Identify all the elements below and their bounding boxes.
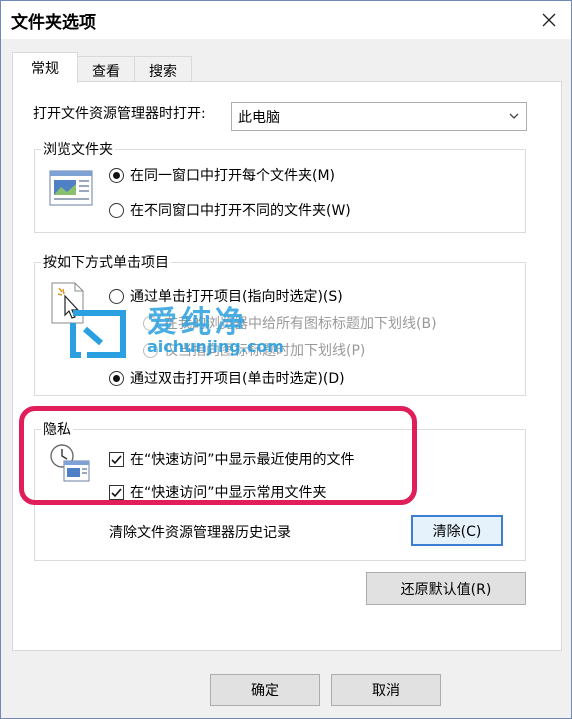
browse-same-window-label: 在同一窗口中打开每个文件夹(M) bbox=[130, 168, 336, 184]
check-icon bbox=[111, 454, 122, 464]
click-underline-all-label: 在我的浏览器中给所有图标标题加下划线(B) bbox=[164, 316, 437, 332]
browse-folders-title: 浏览文件夹 bbox=[41, 139, 115, 159]
radio-underline-point[interactable] bbox=[143, 342, 158, 358]
folder-window-icon bbox=[49, 170, 93, 206]
close-icon bbox=[542, 13, 556, 27]
click-underline-all-option[interactable]: 在我的浏览器中给所有图标标题加下划线(B) bbox=[143, 313, 437, 333]
clear-history-label: 清除文件资源管理器历史记录 bbox=[109, 525, 291, 541]
privacy-frequent-folders-label: 在“快速访问”中显示常用文件夹 bbox=[130, 485, 327, 501]
privacy-recent-files-option[interactable]: 在“快速访问”中显示最近使用的文件 bbox=[109, 449, 355, 469]
general-panel: 打开文件资源管理器时打开: 此电脑 浏览文件夹 在同一窗口中打开每个文件夹(M)… bbox=[12, 81, 562, 651]
window-title: 文件夹选项 bbox=[11, 13, 96, 33]
tab-search[interactable]: 搜索 bbox=[134, 56, 192, 82]
title-bar: 文件夹选项 bbox=[1, 1, 571, 39]
tab-general[interactable]: 常规 bbox=[12, 52, 78, 83]
tab-view[interactable]: 查看 bbox=[77, 56, 135, 82]
browse-new-window-option[interactable]: 在不同窗口中打开不同的文件夹(W) bbox=[109, 200, 351, 220]
privacy-title: 隐私 bbox=[41, 419, 73, 439]
click-single-option[interactable]: 通过单击打开项目(指向时选定)(S) bbox=[109, 286, 343, 306]
open-explorer-value: 此电脑 bbox=[238, 110, 280, 126]
open-explorer-label: 打开文件资源管理器时打开: bbox=[33, 106, 206, 122]
checkbox-recent-files[interactable] bbox=[109, 451, 124, 467]
folder-options-window: 文件夹选项 常规 查看 搜索 打开文件资源管理器时打开: 此电脑 浏览文件夹 在… bbox=[0, 0, 572, 719]
click-single-label: 通过单击打开项目(指向时选定)(S) bbox=[130, 289, 343, 305]
close-button[interactable] bbox=[535, 7, 563, 33]
chevron-down-icon bbox=[509, 113, 519, 119]
privacy-clock-icon bbox=[50, 444, 90, 482]
privacy-frequent-folders-option[interactable]: 在“快速访问”中显示常用文件夹 bbox=[109, 482, 327, 502]
checkbox-frequent-folders[interactable] bbox=[109, 484, 124, 500]
open-explorer-select[interactable]: 此电脑 bbox=[231, 102, 527, 131]
radio-underline-all[interactable] bbox=[143, 315, 158, 331]
click-cursor-icon bbox=[51, 282, 84, 324]
click-items-group: 按如下方式单击项目 通过单击打开项目(指向时选定)(S) 在我的浏览器中给所有图… bbox=[34, 252, 526, 396]
click-underline-point-option[interactable]: 仅当指向图标标题时加下划线(P) bbox=[143, 340, 365, 360]
check-icon bbox=[111, 487, 122, 497]
click-items-title: 按如下方式单击项目 bbox=[41, 252, 171, 272]
click-underline-point-label: 仅当指向图标标题时加下划线(P) bbox=[164, 343, 366, 359]
click-double-label: 通过双击打开项目(单击时选定)(D) bbox=[130, 371, 345, 387]
privacy-group: 隐私 在“快速访问”中显示最近使用的文件 在“快速访问”中显示常用文件夹 清除文… bbox=[34, 419, 526, 561]
click-double-option[interactable]: 通过双击打开项目(单击时选定)(D) bbox=[109, 368, 345, 388]
radio-new-window[interactable] bbox=[109, 202, 124, 218]
privacy-recent-files-label: 在“快速访问”中显示最近使用的文件 bbox=[130, 452, 355, 468]
browse-new-window-label: 在不同窗口中打开不同的文件夹(W) bbox=[130, 203, 351, 219]
browse-same-window-option[interactable]: 在同一窗口中打开每个文件夹(M) bbox=[109, 165, 335, 185]
ok-button[interactable]: 确定 bbox=[210, 674, 320, 706]
radio-double-click[interactable] bbox=[109, 370, 124, 386]
radio-single-click[interactable] bbox=[109, 288, 124, 304]
radio-same-window[interactable] bbox=[109, 167, 124, 183]
clear-history-button[interactable]: 清除(C) bbox=[411, 515, 503, 546]
cancel-button[interactable]: 取消 bbox=[331, 674, 441, 706]
browse-folders-group: 浏览文件夹 在同一窗口中打开每个文件夹(M) 在不同窗口中打开不同的文件夹(W) bbox=[34, 139, 526, 233]
restore-defaults-button[interactable]: 还原默认值(R) bbox=[366, 572, 526, 605]
